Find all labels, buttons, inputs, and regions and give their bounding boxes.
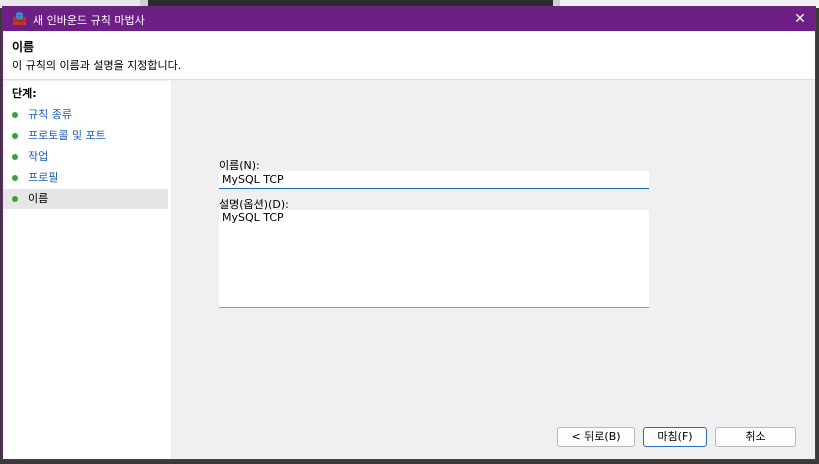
finish-button[interactable]: 마침(F) xyxy=(643,427,707,447)
step-name[interactable]: 이름 xyxy=(3,189,168,209)
cancel-button[interactable]: 취소 xyxy=(715,427,796,447)
step-profile[interactable]: 프로필 xyxy=(3,168,168,188)
close-button[interactable]: ✕ xyxy=(785,7,815,31)
window-title: 새 인바운드 규칙 마법사 xyxy=(33,14,145,27)
steps-panel: 단계: 규칙 종류 프로토콜 및 포트 작업 프로필 이름 xyxy=(3,81,171,459)
title-bar[interactable]: 새 인바운드 규칙 마법사 ✕ xyxy=(3,7,815,31)
back-button[interactable]: < 뒤로(B) xyxy=(557,427,635,447)
step-rule-type[interactable]: 규칙 종류 xyxy=(3,105,168,125)
page-title: 이름 xyxy=(12,40,35,54)
steps-heading: 단계: xyxy=(12,87,37,100)
step-label: 작업 xyxy=(28,150,49,163)
step-protocol-port[interactable]: 프로토콜 및 포트 xyxy=(3,126,168,146)
page-subtitle: 이 규칙의 이름과 설명을 지정합니다. xyxy=(12,59,182,72)
step-label: 프로필 xyxy=(28,171,59,184)
step-label: 프로토콜 및 포트 xyxy=(28,129,106,142)
step-action[interactable]: 작업 xyxy=(3,147,168,167)
step-bullet-icon xyxy=(12,133,18,139)
step-label: 이름 xyxy=(28,192,49,205)
wizard-window: 새 인바운드 규칙 마법사 ✕ 이름 이 규칙의 이름과 설명을 지정합니다. … xyxy=(2,6,816,460)
step-bullet-icon xyxy=(12,175,18,181)
close-icon: ✕ xyxy=(794,11,806,27)
step-bullet-icon xyxy=(12,196,18,202)
step-bullet-icon xyxy=(12,154,18,160)
firewall-icon xyxy=(12,11,27,26)
step-bullet-icon xyxy=(12,112,18,118)
description-textarea[interactable]: MySQL TCP xyxy=(219,210,649,308)
page-header: 이름 이 규칙의 이름과 설명을 지정합니다. xyxy=(3,31,815,80)
step-label: 규칙 종류 xyxy=(28,108,72,121)
name-input[interactable] xyxy=(219,171,649,189)
